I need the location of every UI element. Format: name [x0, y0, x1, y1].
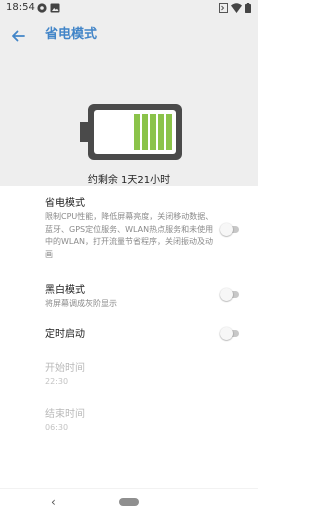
- toggle-thumb: [220, 223, 233, 236]
- navigation-bar: ‹: [0, 488, 258, 516]
- battery-illustration-icon: [80, 104, 182, 160]
- data-icon: [219, 3, 228, 13]
- nav-home-pill-icon[interactable]: [119, 498, 139, 506]
- nav-back-icon[interactable]: ‹: [51, 495, 56, 509]
- toggle-thumb: [220, 327, 233, 340]
- settings-notification-icon: [37, 3, 47, 13]
- battery-level-bar: [158, 114, 164, 150]
- power-saving-title: 省电模式: [45, 198, 85, 209]
- scheduled-start-toggle[interactable]: [220, 327, 240, 340]
- grayscale-setting[interactable]: 黑白模式 将屏幕调成灰阶显示: [45, 284, 248, 311]
- page-title: 省电模式: [45, 27, 98, 42]
- start-time-value: 22:30: [45, 377, 69, 386]
- battery-estimate: 约剩余 1天21小时: [87, 175, 171, 186]
- toggle-thumb: [220, 288, 233, 301]
- battery-level-bar: [134, 114, 140, 150]
- battery-icon: [245, 3, 251, 13]
- power-saving-toggle[interactable]: [220, 223, 240, 236]
- start-time-setting[interactable]: 开始时间 22:30: [45, 362, 248, 389]
- power-saving-setting[interactable]: 省电模式 限制CPU性能，降低屏幕亮度，关闭移动数据、蓝牙、GPS定位服务、WL…: [45, 197, 248, 261]
- grayscale-title: 黑白模式: [45, 285, 85, 296]
- power-saving-description: 限制CPU性能，降低屏幕亮度，关闭移动数据、蓝牙、GPS定位服务、WLAN热点服…: [45, 212, 214, 259]
- end-time-setting[interactable]: 结束时间 06:30: [45, 408, 248, 435]
- wifi-icon: [231, 3, 242, 13]
- status-time: 18:54: [6, 2, 35, 13]
- status-bar: 18:54: [0, 0, 258, 16]
- start-time-label: 开始时间: [45, 363, 85, 374]
- end-time-value: 06:30: [45, 423, 69, 432]
- battery-level-bar: [166, 114, 172, 150]
- battery-level-bar: [142, 114, 148, 150]
- image-notification-icon: [50, 3, 60, 13]
- arrow-back-icon[interactable]: [10, 28, 26, 44]
- scheduled-start-title: 定时启动: [45, 329, 85, 340]
- scheduled-start-setting[interactable]: 定时启动: [45, 328, 248, 341]
- header: 省电模式 约剩余 1天21小时: [0, 16, 258, 186]
- grayscale-toggle[interactable]: [220, 288, 240, 301]
- end-time-label: 结束时间: [45, 409, 85, 420]
- grayscale-description: 将屏幕调成灰阶显示: [45, 299, 117, 308]
- battery-level-bar: [150, 114, 156, 150]
